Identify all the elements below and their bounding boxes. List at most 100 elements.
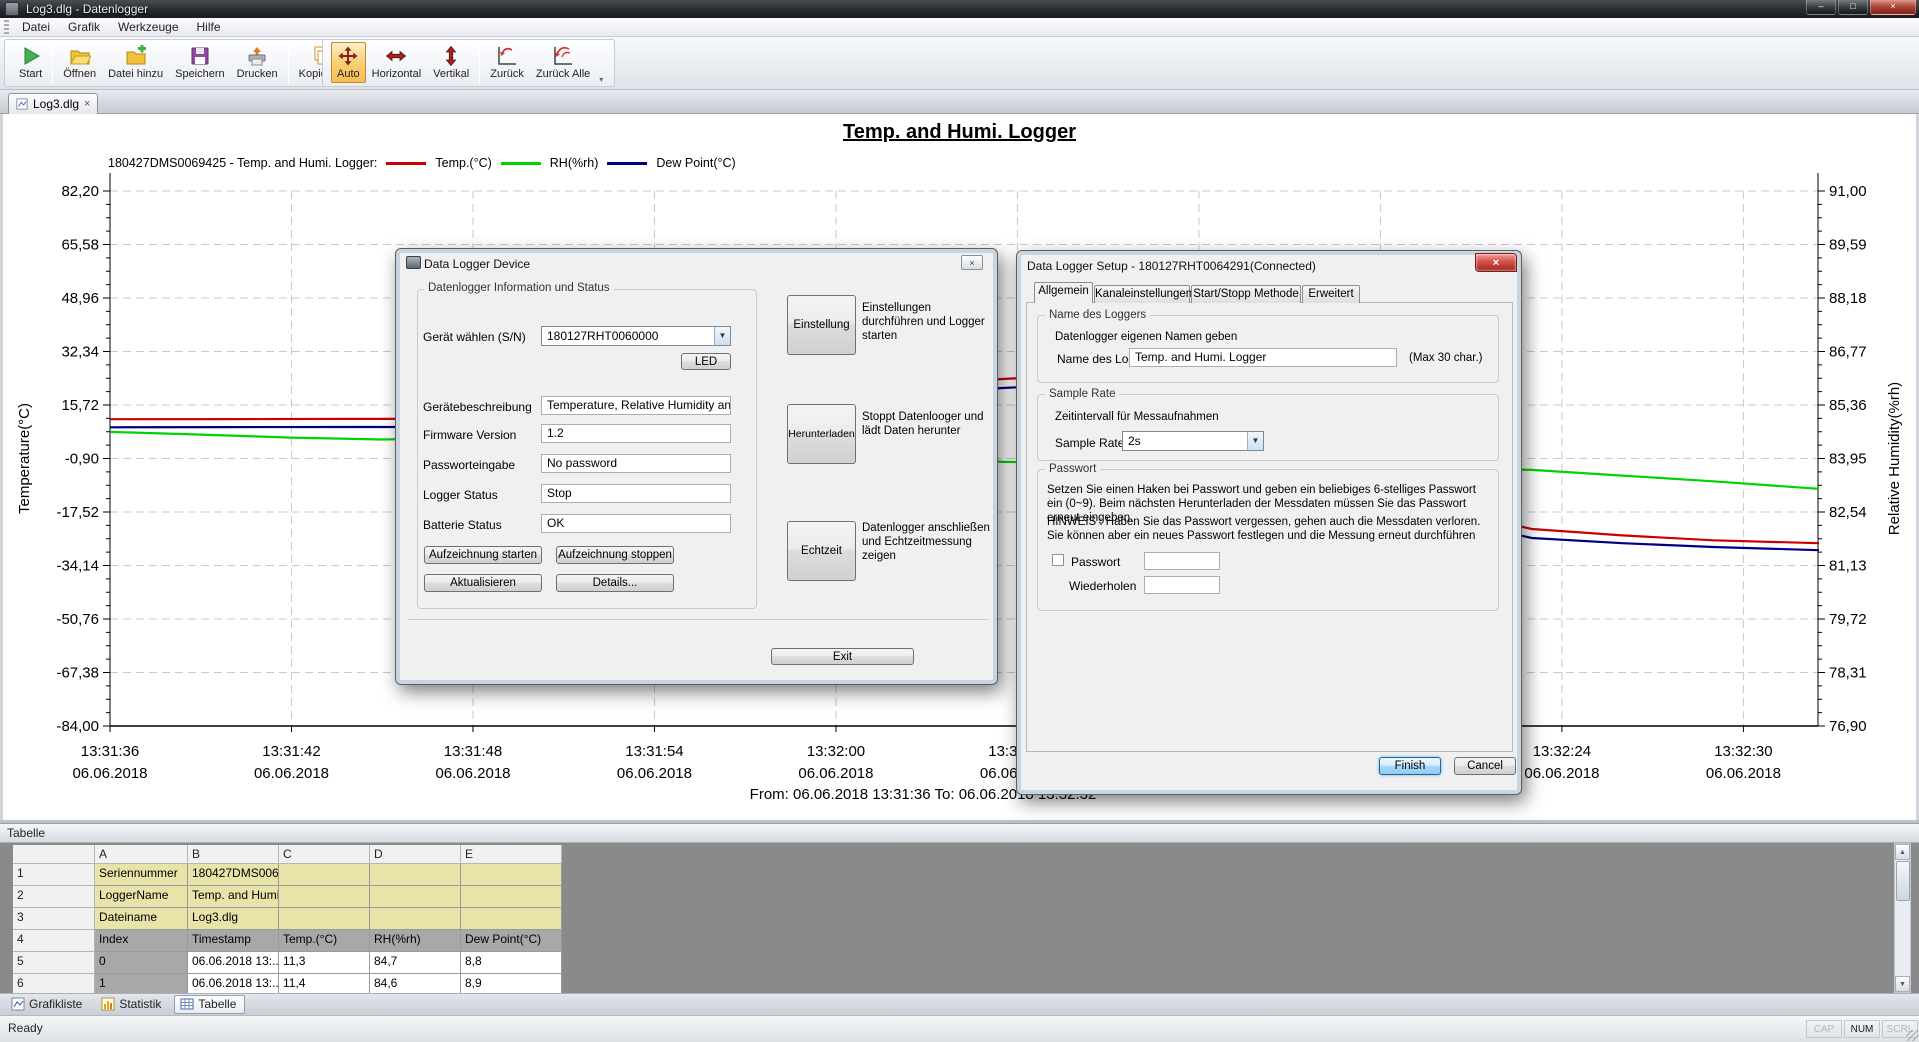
cell[interactable] bbox=[279, 864, 370, 886]
overflow-chevron-icon[interactable]: ▾ bbox=[596, 75, 604, 86]
cell[interactable]: 180427DMS006... bbox=[188, 864, 279, 886]
cell[interactable] bbox=[279, 886, 370, 908]
scroll-down-icon[interactable]: ▼ bbox=[1895, 976, 1910, 992]
close-button[interactable]: × bbox=[1870, 0, 1916, 15]
setup-dialog-close-icon[interactable]: × bbox=[1475, 253, 1517, 272]
sample-rate-combo[interactable]: 2s ▼ bbox=[1122, 431, 1264, 451]
menu-werkzeuge[interactable]: Werkzeuge bbox=[109, 18, 187, 36]
tab-grafikliste[interactable]: Grafikliste bbox=[5, 995, 91, 1014]
tab-allgemein[interactable]: Allgemein bbox=[1034, 282, 1093, 303]
password-checkbox[interactable] bbox=[1052, 554, 1064, 566]
auto-scale-button[interactable]: Auto bbox=[331, 42, 366, 83]
cell[interactable]: Index bbox=[95, 930, 188, 952]
document-tab[interactable]: Log3.dlg × bbox=[8, 93, 98, 114]
cell[interactable] bbox=[279, 908, 370, 930]
open-button[interactable]: Öffnen bbox=[57, 42, 102, 83]
cell[interactable] bbox=[370, 864, 461, 886]
cell[interactable]: Dateiname bbox=[95, 908, 188, 930]
tab-tabelle[interactable]: Tabelle bbox=[174, 995, 245, 1014]
start-button[interactable]: Start bbox=[13, 42, 48, 83]
finish-button[interactable]: Finish bbox=[1379, 757, 1441, 775]
cell[interactable]: 06.06.2018 13:... bbox=[188, 974, 279, 993]
repeat-password-input[interactable] bbox=[1144, 576, 1220, 594]
col-header-a[interactable]: A bbox=[95, 845, 188, 864]
cell[interactable]: Seriennummer bbox=[95, 864, 188, 886]
resize-grip[interactable] bbox=[1906, 1030, 1918, 1041]
maximize-button[interactable]: □ bbox=[1838, 0, 1868, 15]
tab-statistik[interactable]: Statistik bbox=[95, 995, 170, 1014]
cell[interactable]: 8,9 bbox=[461, 974, 562, 993]
cell[interactable]: LoggerName bbox=[95, 886, 188, 908]
minimize-button[interactable]: – bbox=[1806, 0, 1836, 15]
vertical-scale-button[interactable]: Vertikal bbox=[427, 42, 475, 83]
device-dialog-close-icon[interactable]: × bbox=[961, 255, 983, 270]
undo-all-zoom-button[interactable]: Zurück Alle bbox=[530, 42, 596, 83]
cell[interactable]: 1 bbox=[95, 974, 188, 993]
setup-action-button[interactable]: Einstellung bbox=[787, 295, 856, 355]
download-action-button[interactable]: Herunterladen bbox=[787, 404, 856, 464]
logger-name-input[interactable]: Temp. and Humi. Logger bbox=[1129, 348, 1397, 367]
menu-datei[interactable]: Datei bbox=[13, 18, 59, 36]
logger-status-field: Stop bbox=[541, 484, 731, 503]
realtime-action-button[interactable]: Echtzeit bbox=[787, 521, 856, 581]
svg-text:88,18: 88,18 bbox=[1829, 290, 1867, 307]
tab-erweitert[interactable]: Erweitert bbox=[1302, 285, 1360, 303]
scrollbar-thumb[interactable] bbox=[1896, 861, 1910, 901]
cell[interactable]: Log3.dlg bbox=[188, 908, 279, 930]
scroll-up-icon[interactable]: ▲ bbox=[1895, 844, 1910, 860]
cell[interactable] bbox=[461, 864, 562, 886]
tab-close-icon[interactable]: × bbox=[84, 98, 90, 110]
cell[interactable]: Dew Point(°C) bbox=[461, 930, 562, 952]
exit-button[interactable]: Exit bbox=[771, 648, 914, 665]
cancel-button[interactable]: Cancel bbox=[1454, 757, 1516, 775]
row-number[interactable]: 3 bbox=[13, 908, 95, 930]
menu-grafik[interactable]: Grafik bbox=[59, 18, 109, 36]
add-file-button[interactable]: Datei hinzu bbox=[102, 42, 169, 83]
refresh-button[interactable]: Aktualisieren bbox=[424, 574, 542, 592]
cell[interactable]: 11,3 bbox=[279, 952, 370, 974]
cell[interactable] bbox=[461, 886, 562, 908]
cell[interactable]: Temp.(°C) bbox=[279, 930, 370, 952]
chevron-down-icon[interactable]: ▼ bbox=[1247, 432, 1263, 450]
row-number[interactable]: 2 bbox=[13, 886, 95, 908]
cell[interactable]: 84,6 bbox=[370, 974, 461, 993]
cell[interactable]: Timestamp bbox=[188, 930, 279, 952]
svg-text:06.06.2018: 06.06.2018 bbox=[435, 765, 510, 782]
start-recording-button[interactable]: Aufzeichnung starten bbox=[424, 546, 542, 564]
table-vertical-scrollbar[interactable]: ▲ ▼ bbox=[1894, 843, 1911, 993]
row-number[interactable]: 1 bbox=[13, 864, 95, 886]
row-number[interactable]: 5 bbox=[13, 952, 95, 974]
save-button[interactable]: Speichern bbox=[169, 42, 231, 83]
cell[interactable]: Temp. and Humi... bbox=[188, 886, 279, 908]
print-button[interactable]: Drucken bbox=[231, 42, 284, 83]
stop-recording-button[interactable]: Aufzeichnung stoppen bbox=[556, 546, 674, 564]
undo-zoom-button[interactable]: Zurück bbox=[484, 42, 530, 83]
open-folder-icon bbox=[69, 45, 91, 67]
cell[interactable] bbox=[370, 908, 461, 930]
horizontal-scale-button[interactable]: Horizontal bbox=[366, 42, 428, 83]
cell[interactable]: 11,4 bbox=[279, 974, 370, 993]
led-button[interactable]: LED bbox=[681, 353, 731, 370]
password-input[interactable] bbox=[1144, 552, 1220, 570]
details-button[interactable]: Details... bbox=[556, 574, 674, 592]
cell[interactable]: 0 bbox=[95, 952, 188, 974]
col-header-c[interactable]: C bbox=[279, 845, 370, 864]
battery-status-label: Batterie Status bbox=[423, 518, 502, 532]
tab-kanaleinstellungen[interactable]: Kanaleinstellungen bbox=[1094, 285, 1190, 303]
cell[interactable]: 06.06.2018 13:... bbox=[188, 952, 279, 974]
chevron-down-icon[interactable]: ▼ bbox=[714, 327, 730, 345]
row-number[interactable]: 4 bbox=[13, 930, 95, 952]
row-number[interactable]: 6 bbox=[13, 974, 95, 993]
setup-action-desc: Einstellungen durchführen und Logger sta… bbox=[862, 301, 992, 343]
cell[interactable] bbox=[461, 908, 562, 930]
cell[interactable] bbox=[370, 886, 461, 908]
col-header-e[interactable]: E bbox=[461, 845, 562, 864]
cell[interactable]: 8,8 bbox=[461, 952, 562, 974]
tab-start-stopp-methode[interactable]: Start/Stopp Methode bbox=[1191, 285, 1301, 303]
menu-hilfe[interactable]: Hilfe bbox=[188, 18, 230, 36]
col-header-d[interactable]: D bbox=[370, 845, 461, 864]
col-header-b[interactable]: B bbox=[188, 845, 279, 864]
device-select-combo[interactable]: 180127RHT0060000 ▼ bbox=[541, 326, 731, 346]
cell[interactable]: RH(%rh) bbox=[370, 930, 461, 952]
cell[interactable]: 84,7 bbox=[370, 952, 461, 974]
